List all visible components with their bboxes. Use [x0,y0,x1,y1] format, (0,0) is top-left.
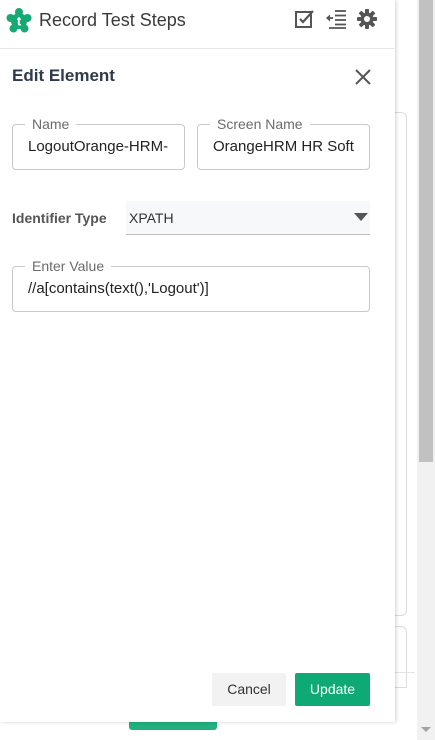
svg-text:t: t [17,14,22,29]
name-field[interactable]: Name [12,116,185,170]
app-header: t Record Test Steps [0,0,395,49]
identifier-type-label: Identifier Type [12,210,107,226]
edit-element-title: Edit Element [12,66,115,85]
scrollbar-thumb[interactable] [419,0,433,462]
close-icon[interactable] [352,66,374,88]
update-button[interactable]: Update [295,673,370,706]
dropdown-caret-icon [354,213,368,221]
scroll-down-arrow-icon[interactable] [421,727,431,732]
edit-checkbox-icon[interactable] [294,8,316,30]
collapse-list-icon[interactable] [325,8,347,30]
enter-value-input[interactable] [28,267,369,311]
app-title: Record Test Steps [39,10,186,30]
enter-value-field[interactable]: Enter Value [12,258,370,312]
testsigma-logo-icon: t [6,8,32,34]
settings-gear-icon[interactable] [356,8,378,30]
cancel-button[interactable]: Cancel [212,673,286,706]
identifier-type-select[interactable]: XPATH [126,201,370,235]
record-test-steps-drawer: t Record Test Steps Edit Element Name Lo… [0,0,395,722]
screen-name-field[interactable]: Screen Name [197,116,370,170]
screen-name-input[interactable] [213,125,369,169]
identifier-type-value: XPATH [129,210,174,226]
name-input[interactable] [28,125,184,169]
